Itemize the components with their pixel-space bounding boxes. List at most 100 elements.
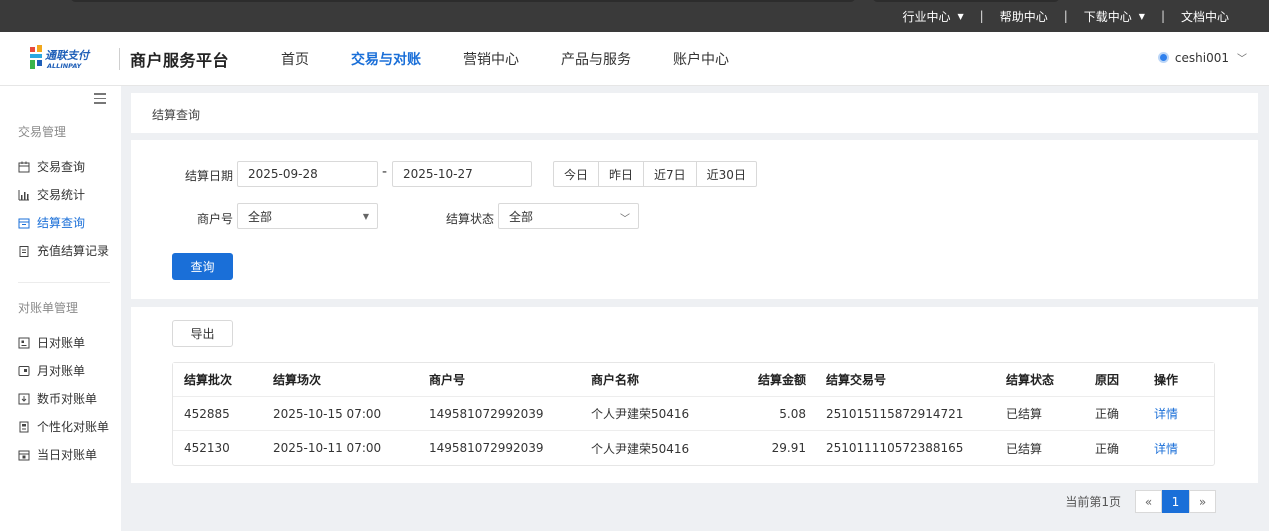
nav-products[interactable]: 产品与服务 [561, 49, 631, 69]
top-nav: 行业中心 ▼ | 帮助中心 | 下载中心 ▼ | 文档中心 [902, 0, 1269, 32]
cell-amount: 5.08 [779, 406, 806, 421]
date-to-field[interactable]: 2025-10-27 [392, 161, 532, 187]
details-link[interactable]: 详情 [1143, 405, 1193, 422]
clipboard-icon [19, 245, 29, 257]
nav-account[interactable]: 账户中心 [673, 49, 729, 69]
column-header: 商户号 [429, 373, 466, 387]
topnav-separator: | [979, 9, 984, 23]
quick-today-button[interactable]: 今日 [554, 162, 600, 186]
allinpay-logo[interactable]: 通联支付 ALLINPAY [28, 44, 108, 74]
current-page-button[interactable]: 1 [1162, 490, 1189, 513]
topnav-industry-label: 行业中心 [902, 9, 951, 24]
cell-batch: 452885 [184, 406, 230, 421]
sidebar-item-transaction-query[interactable]: 交易查询 [18, 158, 85, 175]
monthly-statement-icon [18, 365, 30, 376]
topnav-separator: | [1063, 9, 1068, 23]
sidebar-item-label: 个性化对账单 [37, 420, 110, 434]
merchant-no-label: 商户号 [197, 212, 234, 226]
date-from-field[interactable]: 2025-09-28 [237, 161, 378, 187]
caret-down-icon: ▼ [362, 212, 369, 221]
column-header: 原因 [1095, 373, 1120, 387]
cell-merchant-name: 个人尹建荣50416 [591, 441, 690, 456]
page-info: 当前第1页 [1065, 495, 1121, 509]
chevron-down-icon: ﹀ [620, 214, 630, 225]
column-header: 结算状态 [1006, 373, 1055, 387]
cell-merchant-name: 个人尹建荣50416 [591, 407, 690, 421]
topnav-docs[interactable]: 文档中心 [1181, 8, 1229, 25]
quick-yesterday-button[interactable]: 昨日 [599, 162, 645, 186]
merchant-select[interactable]: 全部 ▼ [237, 203, 378, 229]
sidebar-item-today-statement[interactable]: 当日对账单 [18, 446, 97, 463]
sidebar-item-label: 日对账单 [37, 336, 86, 350]
caret-down-icon: ▼ [1138, 11, 1145, 21]
browser-address-shadow [70, 0, 856, 2]
sidebar-item-custom-statement[interactable]: 个性化对账单 [18, 418, 109, 435]
table-row: 452885 2025-10-15 07:00 149581072992039 … [173, 397, 1214, 431]
sidebar-item-digital-currency-statement[interactable]: 数币对账单 [18, 390, 97, 407]
topnav-download[interactable]: 下载中心 ▼ [1084, 8, 1145, 25]
date-to-value: 2025-10-27 [403, 167, 473, 181]
column-header: 结算交易号 [826, 373, 887, 387]
nav-marketing[interactable]: 营销中心 [463, 49, 519, 69]
table-header-row: 结算批次 结算场次 商户号 商户名称 结算金额 结算交易号 结算状态 原因 操作 [173, 363, 1214, 397]
cell-reason: 正确 [1095, 407, 1120, 421]
cell-amount: 29.91 [771, 441, 806, 455]
sidebar-divider [18, 282, 110, 283]
sidebar-item-recharge-settlement[interactable]: 充值结算记录 [18, 242, 109, 259]
sidebar-item-monthly-statement[interactable]: 月对账单 [18, 362, 85, 379]
topnav-help[interactable]: 帮助中心 [1000, 8, 1048, 25]
sidebar-item-settlement-query[interactable]: 结算查询 [18, 214, 85, 231]
sidebar-item-transaction-stats[interactable]: 交易统计 [18, 186, 85, 203]
topnav-separator: | [1160, 9, 1165, 23]
date-from-value: 2025-09-28 [248, 167, 318, 181]
status-select[interactable]: 全部 ﹀ [498, 203, 639, 229]
column-header: 结算金额 [757, 373, 806, 387]
menu-toggle-icon[interactable] [94, 93, 106, 104]
calendar-icon [18, 218, 30, 228]
next-page-button[interactable]: » [1189, 490, 1216, 513]
sidebar-item-label: 交易查询 [37, 160, 86, 174]
column-header: 商户名称 [591, 373, 640, 387]
cell-session: 2025-10-15 07:00 [273, 406, 382, 421]
sidebar-group-transactions: 交易管理 [18, 125, 67, 139]
sidebar: 交易管理 交易查询 交易统计 结算查询 充值结算记录 对账单管理 日对账单 月对… [0, 86, 121, 531]
quick-30days-button[interactable]: 近30日 [697, 162, 756, 186]
column-header: 操作 [1154, 373, 1179, 387]
nav-home[interactable]: 首页 [281, 49, 309, 69]
brand-title: 商户服务平台 [130, 51, 230, 70]
topnav-industry[interactable]: 行业中心 ▼ [902, 8, 963, 25]
header: 通联支付 ALLINPAY 商户服务平台 首页 交易与对账 营销中心 产品与服务… [0, 32, 1269, 86]
sidebar-item-label: 当日对账单 [37, 448, 98, 462]
settlement-status-label: 结算状态 [446, 212, 495, 226]
results-panel: 导出 结算批次 结算场次 商户号 商户名称 结算金额 结算交易号 结算状态 原因… [131, 307, 1258, 483]
cell-merchant-no: 149581072992039 [429, 441, 544, 455]
logo-mark [30, 45, 42, 69]
user-avatar-icon [1157, 52, 1169, 63]
topnav-download-label: 下载中心 [1083, 9, 1132, 24]
quick-date-group: 今日 昨日 近7日 近30日 [553, 161, 757, 187]
quick-7days-button[interactable]: 近7日 [644, 162, 697, 186]
prev-page-button[interactable]: « [1135, 490, 1162, 513]
export-button[interactable]: 导出 [172, 320, 233, 347]
table-row: 452130 2025-10-11 07:00 149581072992039 … [173, 431, 1214, 465]
details-link[interactable]: 详情 [1143, 440, 1193, 457]
cell-session: 2025-10-11 07:00 [273, 441, 382, 455]
sidebar-group-statements: 对账单管理 [18, 301, 79, 315]
sidebar-item-label: 充值结算记录 [37, 244, 110, 258]
nav-transactions[interactable]: 交易与对账 [351, 49, 421, 69]
breadcrumb: 结算查询 [131, 93, 1258, 133]
bar-chart-icon [18, 189, 29, 200]
query-button[interactable]: 查询 [172, 253, 233, 280]
caret-down-icon: ▼ [957, 11, 964, 21]
topnav-docs-label: 文档中心 [1180, 9, 1229, 24]
merchant-select-value: 全部 [248, 209, 273, 224]
logo-text-en: ALLINPAY [46, 62, 83, 70]
brand-divider [119, 48, 120, 70]
chevron-down-icon: ﹀ [1237, 54, 1247, 65]
download-statement-icon [18, 393, 30, 404]
cell-trade-no: 251011110572388165 [826, 441, 964, 455]
sidebar-item-daily-statement[interactable]: 日对账单 [18, 334, 85, 351]
sidebar-item-label: 交易统计 [37, 188, 86, 202]
calendar-today-icon [18, 450, 30, 460]
user-menu[interactable]: ceshi001 ﹀ [1157, 50, 1247, 65]
